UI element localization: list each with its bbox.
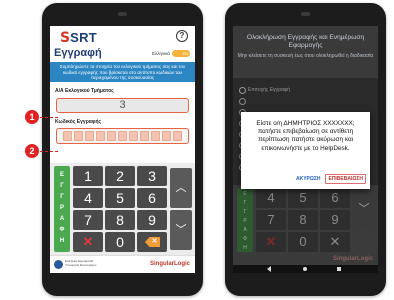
dimmed-key-5: 5 <box>288 188 318 208</box>
code-digit-cell <box>107 131 116 141</box>
department-label: Α/Α Εκλογικού Τμήματος <box>55 88 114 94</box>
nav-home-icon[interactable] <box>303 267 307 271</box>
register-button-label: Ε Γ Γ Ρ Α Φ Η <box>59 172 65 244</box>
confirmation-screen: Ολοκλήρωση Εγγραφής και Ενημέρωση Εφαρμο… <box>233 26 378 273</box>
callout-leader-2 <box>40 151 58 152</box>
code-digit-cell <box>96 131 105 141</box>
cancel-button[interactable]: ΑΚΥΡΩΣΗ <box>295 174 322 184</box>
right-phone: Ολοκλήρωση Εγγραφής και Ενημέρωση Εφαρμο… <box>225 3 386 296</box>
left-phone: S SRT ? Εγγραφή Ελληνικά EN Συμπληρώστε … <box>42 3 203 296</box>
key-3[interactable]: 3 <box>137 166 167 186</box>
backspace-icon: ✕ <box>145 237 160 247</box>
code-digit-cell <box>162 131 171 141</box>
nav-recents-icon[interactable] <box>337 267 341 271</box>
logo-mark: S <box>60 30 71 46</box>
dimmed-arrow-down: ﹀ <box>353 189 375 229</box>
dimmed-key-0: 0 <box>288 232 318 252</box>
status-radio-label: Επιτυχής Εγγραφή <box>248 87 290 93</box>
dimmed-backspace-key: ✕ <box>320 232 350 252</box>
key-9[interactable]: 9 <box>137 210 167 230</box>
help-icon[interactable]: ? <box>176 30 188 42</box>
dimmed-clear-key: ✕ <box>256 232 286 252</box>
status-radio-icon <box>239 98 246 105</box>
completion-subtitle: Μην κλείσετε τη συσκευή έως ότου ολοκληρ… <box>237 53 374 59</box>
registration-code-input[interactable] <box>56 128 189 144</box>
key-6[interactable]: 6 <box>137 188 167 208</box>
code-digit-cell <box>173 131 182 141</box>
arrow-up-button[interactable]: ︿ <box>170 168 192 208</box>
completion-header: Ολοκλήρωση Εγγραφής και Ενημέρωση Εφαρμο… <box>233 26 378 78</box>
logo-text: SRT <box>70 30 97 45</box>
code-digit-cell <box>74 131 83 141</box>
srt-logo: S SRT <box>60 30 97 46</box>
backspace-key[interactable]: ✕ <box>137 232 167 252</box>
dialog-actions: ΑΚΥΡΩΣΗ ΕΠΙΒΕΒΑΙΩΣΗ <box>295 174 366 184</box>
dimmed-footer: SingularLogic <box>233 255 378 265</box>
identity-confirm-dialog: Είστε ο/η ΔΗΜΗΤΡΙΟΣ XXXXXXX; πατήστε επι… <box>241 112 370 189</box>
numeric-keypad: Ε Γ Γ Ρ Α Φ Η 1 2 3 4 5 6 7 8 9 ✕ 0 ✕ ︿ … <box>50 163 195 255</box>
register-button[interactable]: Ε Γ Γ Ρ Α Φ Η <box>54 166 70 252</box>
key-1[interactable]: 1 <box>73 166 103 186</box>
callout-badge-2: 2 <box>25 144 39 158</box>
screenshot-stage: S SRT ? Εγγραφή Ελληνικά EN Συμπληρώστε … <box>0 0 394 300</box>
code-digit-cell <box>85 131 94 141</box>
clear-key[interactable]: ✕ <box>73 232 103 252</box>
dimmed-key-8: 8 <box>288 210 318 230</box>
key-0[interactable]: 0 <box>105 232 135 252</box>
code-digit-cell <box>118 131 127 141</box>
completion-title: Ολοκλήρωση Εγγραφής και Ενημέρωση Εφαρμο… <box>246 34 365 49</box>
status-radio-icon <box>239 87 246 94</box>
confirm-button[interactable]: ΕΠΙΒΕΒΑΙΩΣΗ <box>325 174 366 184</box>
department-input[interactable]: 3 <box>56 98 189 113</box>
phone-speaker <box>118 12 127 16</box>
dimmed-keypad: Ε Γ Γ Ρ Α Φ Η 4 5 6 7 8 9 ✕ 0 ✕ ﹀ <box>233 185 378 255</box>
digit-keys: 1 2 3 4 5 6 7 8 9 ✕ 0 ✕ <box>73 166 167 252</box>
dimmed-singularlogic-logo: SingularLogic <box>332 256 373 262</box>
dimmed-key-7: 7 <box>256 210 286 230</box>
key-2[interactable]: 2 <box>105 166 135 186</box>
app-footer: Ελληνική Δημοκρατία Υπουργείο Εσωτερικών… <box>50 255 195 273</box>
phone-speaker <box>301 12 310 16</box>
code-digit-cell <box>140 131 149 141</box>
dimmed-key-6: 6 <box>320 188 350 208</box>
key-4[interactable]: 4 <box>73 188 103 208</box>
key-8[interactable]: 8 <box>105 210 135 230</box>
nav-back-icon[interactable] <box>267 266 271 272</box>
government-emblem-icon <box>54 260 63 269</box>
code-digit-cell <box>129 131 138 141</box>
dialog-message: Είστε ο/η ΔΗΜΗΤΡΙΟΣ XXXXXXX; πατήστε επι… <box>256 120 355 152</box>
dimmed-key-4: 4 <box>256 188 286 208</box>
callout-badge-1: 1 <box>25 110 39 124</box>
registration-code-label: Κωδικός Εγγραφής <box>55 119 102 125</box>
dimmed-digit-keys: 4 5 6 7 8 9 ✕ 0 ✕ <box>256 188 350 252</box>
android-nav-bar <box>233 265 378 273</box>
callout-leader-1 <box>40 117 58 118</box>
registration-screen: S SRT ? Εγγραφή Ελληνικά EN Συμπληρώστε … <box>50 26 195 273</box>
app-header: S SRT ? Εγγραφή Ελληνικά EN <box>50 26 195 62</box>
key-7[interactable]: 7 <box>73 210 103 230</box>
language-label: Ελληνικά <box>151 51 170 56</box>
info-banner: Συμπληρώστε τα στοιχεία του εκλογικού τμ… <box>50 62 195 82</box>
arrow-down-button[interactable]: ﹀ <box>170 210 192 250</box>
dimmed-register-button: Ε Γ Γ Ρ Α Φ Η <box>237 188 253 252</box>
footer-government-text: Ελληνική Δημοκρατία Υπουργείο Εσωτερικών <box>65 259 97 267</box>
page-title: Εγγραφή <box>54 47 102 59</box>
language-toggle[interactable]: EN <box>172 50 190 57</box>
dimmed-key-9: 9 <box>320 210 350 230</box>
arrow-keys: ︿ ﹀ <box>170 166 192 252</box>
singularlogic-logo: SingularLogic <box>149 261 190 267</box>
key-5[interactable]: 5 <box>105 188 135 208</box>
code-digit-cell <box>151 131 160 141</box>
code-digit-cell <box>63 131 72 141</box>
